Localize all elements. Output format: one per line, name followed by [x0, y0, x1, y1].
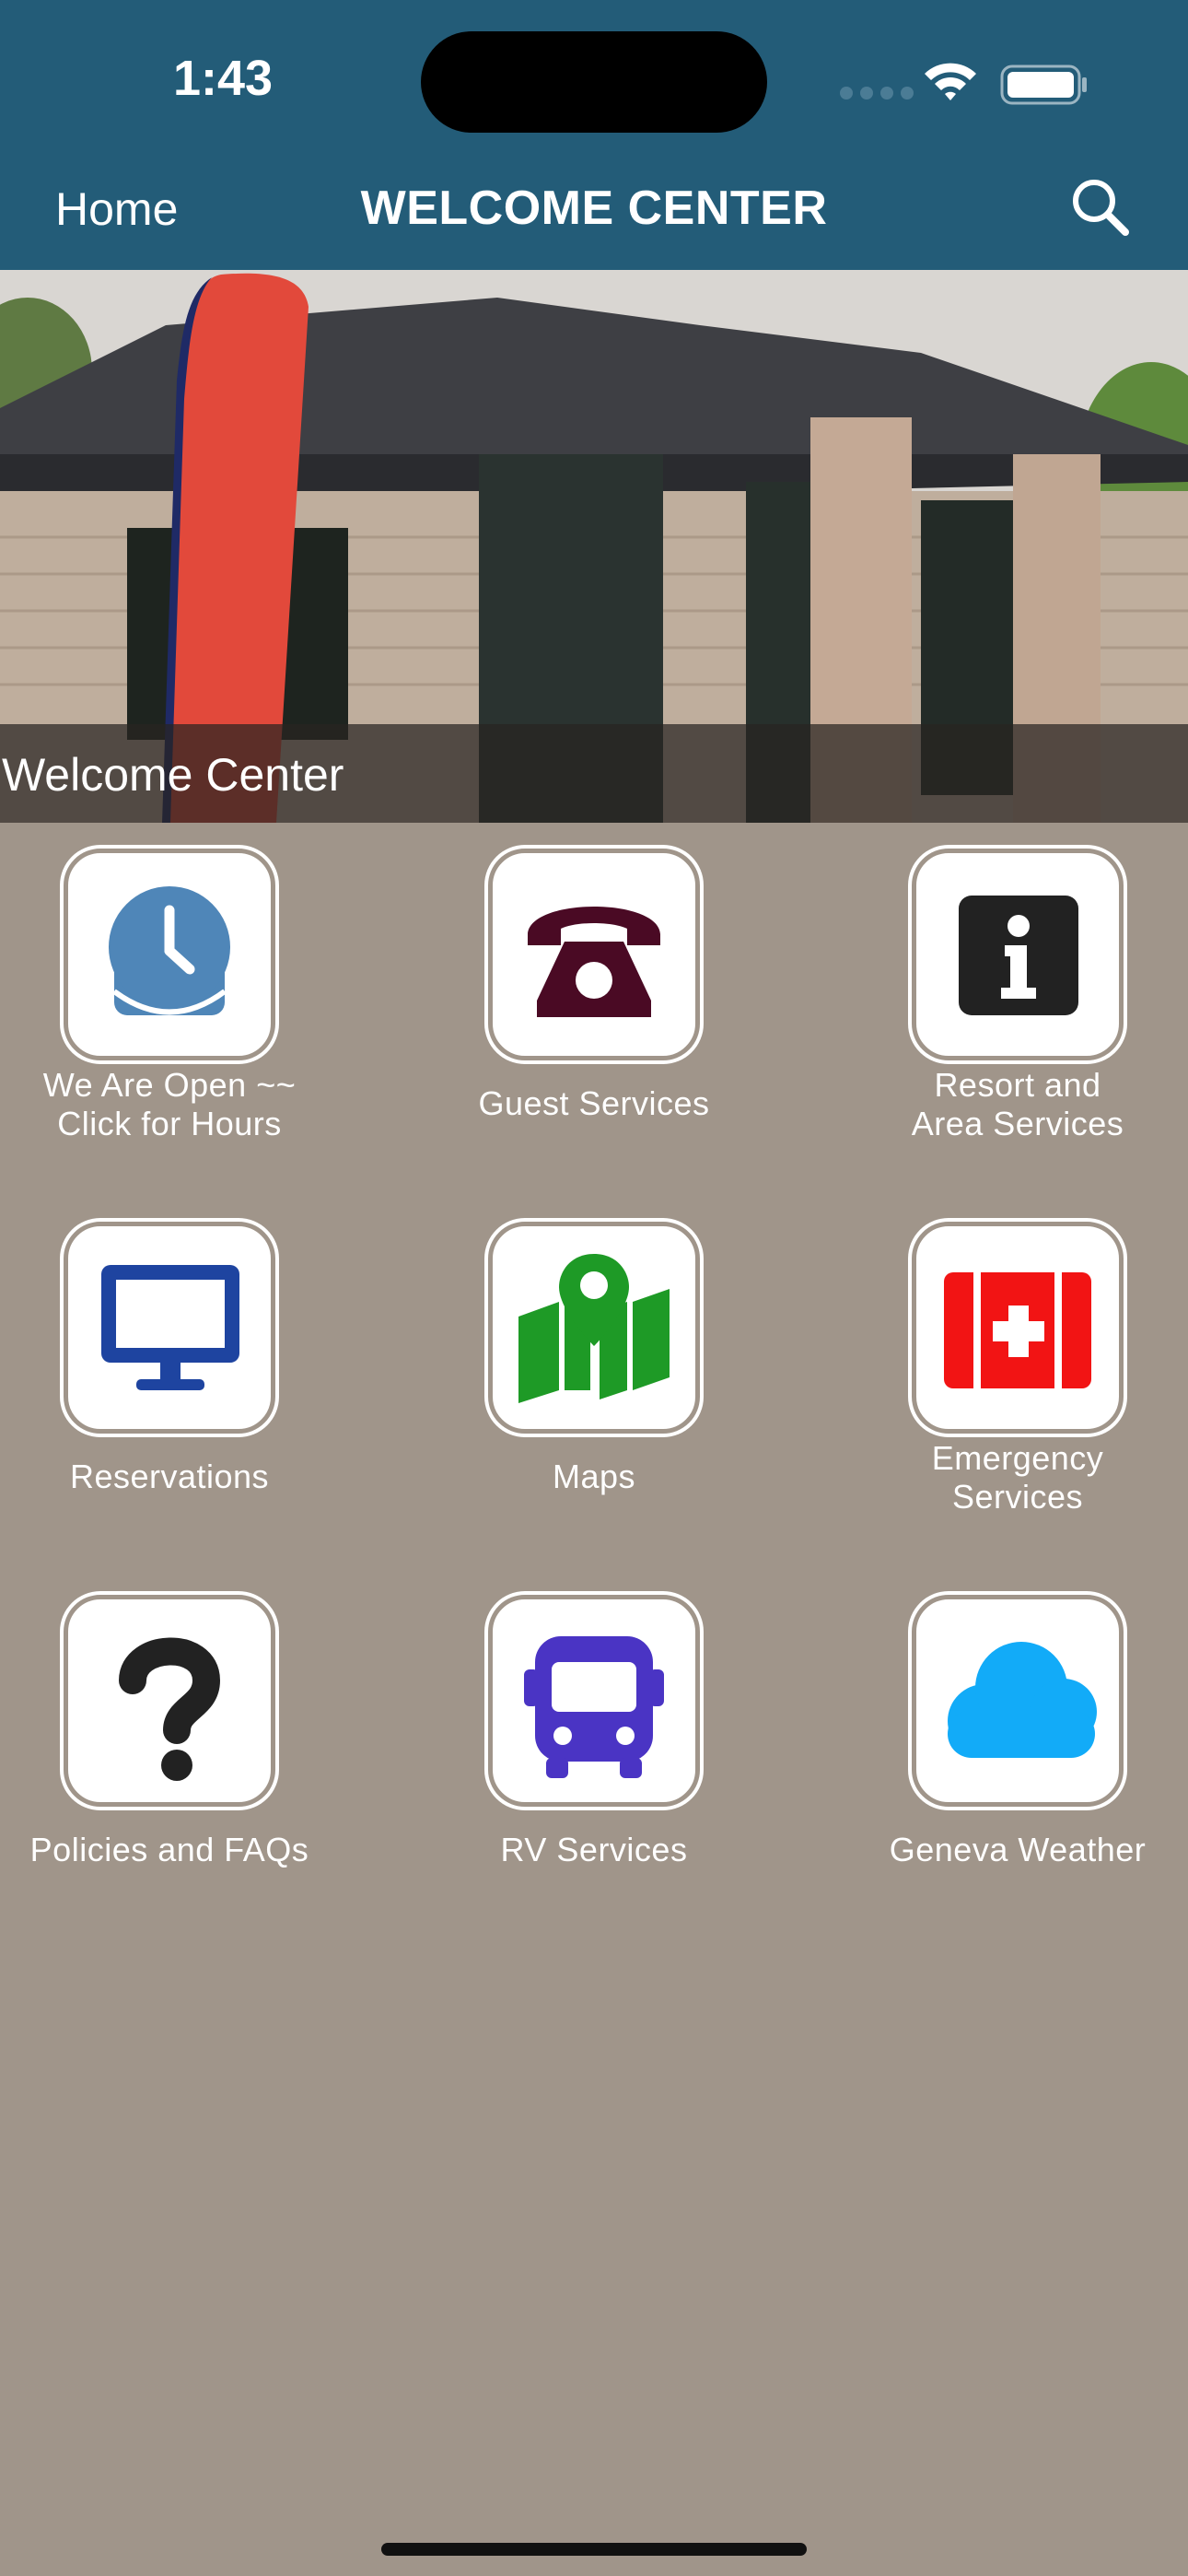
tile-policies-faqs[interactable]: Policies and FAQs — [0, 1595, 381, 1869]
hero-image[interactable]: Welcome Center — [0, 270, 1188, 823]
tile-icon-frame — [488, 1595, 700, 1807]
tile-maps[interactable]: Maps — [382, 1222, 806, 1496]
first-aid-icon — [944, 1272, 1091, 1388]
tile-label: Resort and — [934, 1066, 1101, 1104]
hero-caption: Welcome Center — [2, 749, 344, 801]
tile-label: Geneva Weather — [889, 1831, 1147, 1868]
tile-geneva-weather[interactable]: Geneva Weather — [806, 1595, 1188, 1869]
tile-hours[interactable]: We Are Open ~~ Click for Hours — [0, 849, 381, 1143]
info-icon — [959, 896, 1078, 1015]
tile-icon-frame — [912, 1222, 1124, 1434]
tile-label-line2: Click for Hours — [57, 1105, 282, 1142]
status-icons — [840, 55, 1089, 107]
wifi-icon — [925, 63, 976, 100]
battery-icon — [1000, 64, 1087, 105]
home-indicator[interactable] — [381, 2543, 807, 2556]
tile-label: Guest Services — [478, 1084, 710, 1122]
tile-label: Reservations — [69, 1458, 270, 1495]
tile-label: Emergency — [931, 1439, 1104, 1477]
monitor-icon — [101, 1265, 239, 1390]
tile-icon-frame — [912, 1595, 1124, 1807]
tile-icon-frame — [64, 1595, 275, 1807]
tile-label: We Are Open ~~ — [42, 1066, 297, 1104]
tile-icon-frame — [64, 849, 275, 1060]
tile-label: RV Services — [500, 1831, 688, 1868]
page-title: WELCOME CENTER — [360, 181, 828, 235]
tile-rv-services[interactable]: RV Services — [382, 1595, 806, 1869]
tile-icon-frame — [912, 849, 1124, 1060]
status-time: 1:43 — [173, 51, 274, 106]
tile-resort-area-services[interactable]: Resort and Area Services — [806, 849, 1188, 1143]
hero-caption-bar: Welcome Center — [0, 724, 1188, 823]
tile-label: Policies and FAQs — [29, 1831, 309, 1868]
search-icon[interactable] — [1068, 175, 1133, 240]
signal-icon — [840, 87, 921, 104]
top-bar: 1:43 Home WELCOME CENTER — [0, 0, 1188, 270]
tile-label: Maps — [552, 1458, 636, 1495]
clock-icon — [109, 886, 230, 1015]
question-icon — [119, 1637, 221, 1781]
bus-icon — [524, 1636, 664, 1778]
tile-label-line2: Area Services — [911, 1105, 1124, 1142]
tile-label-line2: Services — [951, 1478, 1084, 1516]
telephone-icon — [528, 907, 660, 1017]
tile-icon-frame — [488, 1222, 700, 1434]
tile-reservations[interactable]: Reservations — [0, 1222, 381, 1496]
tile-emergency-services[interactable]: Emergency Services — [806, 1222, 1188, 1516]
cloud-icon — [948, 1642, 1097, 1758]
tile-icon-frame — [488, 849, 700, 1060]
tile-icon-frame — [64, 1222, 275, 1434]
tile-guest-services[interactable]: Guest Services — [382, 849, 806, 1123]
map-icon — [518, 1254, 670, 1403]
dynamic-island — [421, 31, 767, 133]
